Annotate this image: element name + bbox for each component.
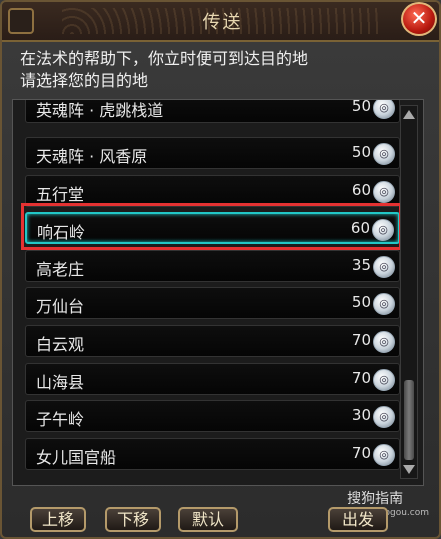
list-item[interactable]: 女儿国官船 70 ◎ xyxy=(25,438,400,470)
coin-icon: ◎ xyxy=(373,143,395,165)
scroll-down-arrow-icon[interactable] xyxy=(403,465,415,474)
list-item[interactable]: 白云观 70 ◎ xyxy=(25,325,400,357)
coin-icon: ◎ xyxy=(373,369,395,391)
move-down-button[interactable]: 下移 xyxy=(105,507,161,532)
list-item[interactable]: 子午岭 30 ◎ xyxy=(25,400,400,432)
scrollbar[interactable] xyxy=(400,105,418,479)
destination-name: 女儿国官船 xyxy=(36,448,117,467)
title-bar[interactable]: 传送 xyxy=(2,2,439,42)
description-line-2: 请选择您的目的地 xyxy=(20,71,149,90)
coin-icon: ◎ xyxy=(373,331,395,353)
move-up-button[interactable]: 上移 xyxy=(30,507,86,532)
list-item[interactable]: 英魂阵 · 虎跳栈道 50 ◎ xyxy=(25,99,400,123)
list-item[interactable]: 天魂阵 · 风香原 50 ◎ xyxy=(25,137,400,169)
list-item[interactable]: 万仙台 50 ◎ xyxy=(25,287,400,319)
destination-name: 五行堂 xyxy=(36,185,85,204)
teleport-window: 传送 ✕ 在法术的帮助下，你立时便可到达目的地 请选择您的目的地 英魂阵 · 虎… xyxy=(0,0,441,539)
depart-button[interactable]: 出发 xyxy=(328,507,388,532)
destination-cost: 70 xyxy=(351,331,371,349)
destination-cost: 70 xyxy=(351,444,371,462)
scroll-up-arrow-icon[interactable] xyxy=(403,110,415,119)
destination-cost: 50 xyxy=(351,143,371,161)
coin-icon: ◎ xyxy=(373,100,395,119)
destination-cost: 30 xyxy=(351,406,371,424)
list-item[interactable]: 山海县 70 ◎ xyxy=(25,363,400,395)
destination-name: 高老庄 xyxy=(36,260,85,279)
destination-cost: 70 xyxy=(351,369,371,387)
destination-name: 英魂阵 · 虎跳栈道 xyxy=(36,101,164,120)
destination-name: 子午岭 xyxy=(36,410,85,429)
destination-name: 白云观 xyxy=(36,335,85,354)
list-item[interactable]: 高老庄 35 ◎ xyxy=(25,250,400,282)
destination-cost: 50 xyxy=(351,293,371,311)
description: 在法术的帮助下，你立时便可到达目的地 请选择您的目的地 xyxy=(20,48,308,92)
watermark-text: 搜狗指南 xyxy=(347,491,404,507)
coin-icon: ◎ xyxy=(373,293,395,315)
coin-icon: ◎ xyxy=(373,181,395,203)
destination-cost: 35 xyxy=(351,256,371,274)
destination-list: 英魂阵 · 虎跳栈道 50 ◎ 天魂阵 · 风香原 50 ◎ 五行堂 60 ◎ … xyxy=(12,99,424,486)
scroll-thumb[interactable] xyxy=(404,380,414,460)
description-line-1: 在法术的帮助下，你立时便可到达目的地 xyxy=(20,49,309,68)
destination-name: 万仙台 xyxy=(36,297,85,316)
default-button[interactable]: 默认 xyxy=(178,507,238,532)
coin-icon: ◎ xyxy=(373,406,395,428)
destination-name: 山海县 xyxy=(36,373,85,392)
highlight-annotation xyxy=(21,203,402,250)
coin-icon: ◎ xyxy=(373,444,395,466)
destination-cost: 50 xyxy=(351,99,371,115)
coin-icon: ◎ xyxy=(373,256,395,278)
destination-name: 天魂阵 · 风香原 xyxy=(36,147,148,166)
close-button[interactable]: ✕ xyxy=(401,2,437,36)
window-title: 传送 xyxy=(202,12,243,33)
destination-cost: 60 xyxy=(351,181,371,199)
